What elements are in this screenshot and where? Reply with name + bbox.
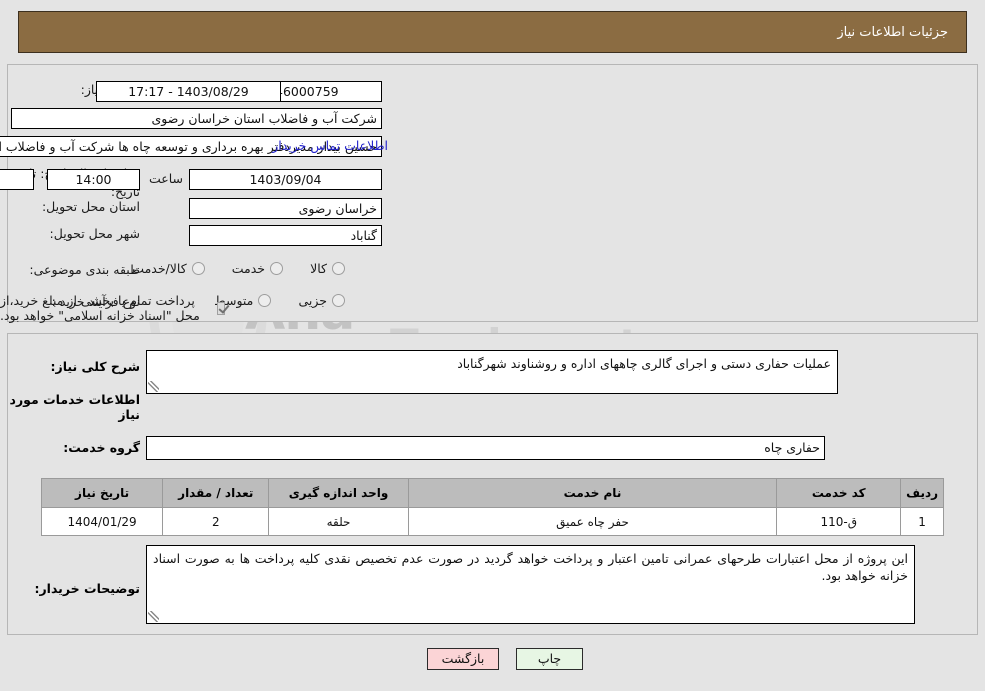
buyer-contact-link[interactable]: اطلاعات تماس خریدار	[272, 138, 388, 153]
announce-datetime-value[interactable]: 1403/08/29 - 17:17	[96, 81, 281, 102]
cell-unit: حلقه	[268, 507, 409, 536]
buyer-notes-label: توضیحات خریدار:	[34, 581, 140, 596]
print-button[interactable]: چاپ	[516, 648, 583, 670]
page-title-text: جزئیات اطلاعات نیاز	[837, 24, 948, 40]
deadline-time-label: ساعت	[148, 171, 183, 186]
category-option-khedmat[interactable]: خدمت	[231, 261, 284, 276]
buyer-org-value[interactable]: شرکت آب و فاضلاب استان خراسان رضوی	[11, 108, 382, 129]
buyer-notes-value: این پروژه از محل اعتبارات طرحهای عمرانی …	[153, 551, 908, 583]
cell-radif: 1	[900, 507, 944, 536]
radio-icon[interactable]	[332, 262, 345, 275]
back-button[interactable]: بازگشت	[427, 648, 499, 670]
purchase-option-label: جزیی	[298, 293, 327, 308]
field-city: شهر محل تحویل:	[50, 226, 140, 241]
page-title: جزئیات اطلاعات نیاز	[18, 11, 967, 53]
category-option-label: کالا/خدمت	[132, 261, 187, 276]
category-option-label: خدمت	[231, 261, 266, 276]
province-label: استان محل تحویل:	[41, 199, 140, 214]
deadline-date-value[interactable]: 1403/09/04	[189, 169, 382, 190]
service-group-value[interactable]: حفاری چاه	[146, 436, 825, 460]
description-textarea[interactable]: عملیات حفاری دستی و اجرای گالری چاههای ا…	[146, 350, 838, 394]
column-header-unit: واحد اندازه گیری	[268, 478, 409, 508]
cell-name: حفر چاه عمیق	[407, 507, 778, 536]
field-province: استان محل تحویل:	[42, 199, 140, 214]
category-option-kala[interactable]: کالا	[310, 261, 345, 276]
deadline-time-value[interactable]: 14:00	[47, 169, 140, 190]
cell-date: 1404/01/29	[40, 507, 164, 536]
deadline-days-value[interactable]: 4	[0, 169, 34, 190]
city-label: شهر محل تحویل:	[49, 226, 140, 241]
category-option-kala-khedmat[interactable]: کالا/خدمت	[132, 261, 205, 276]
radio-icon[interactable]	[270, 262, 284, 275]
services-table: ردیف کد خدمت نام خدمت واحد اندازه گیری ت…	[40, 478, 944, 536]
radio-icon[interactable]	[191, 262, 205, 275]
treasury-docs-label: پرداخت تمام یا بخشی از مبلغ خرید،از محل …	[0, 293, 200, 323]
column-header-code: کد خدمت	[776, 478, 902, 508]
page-root: Ana V Tender.net جزئیات اطلاعات نیاز شما…	[0, 0, 985, 691]
column-header-radif: ردیف	[900, 478, 944, 508]
province-value[interactable]: خراسان رضوی	[189, 198, 382, 219]
column-header-name: نام خدمت	[407, 478, 778, 508]
buyer-notes-textarea[interactable]: این پروژه از محل اعتبارات طرحهای عمرانی …	[146, 545, 915, 624]
checkbox-icon[interactable]	[217, 301, 225, 315]
treasury-docs-checkbox-row[interactable]: پرداخت تمام یا بخشی از مبلغ خرید،از محل …	[0, 293, 225, 323]
service-group-label: گروه خدمت:	[63, 440, 140, 455]
cell-code: ق-110	[776, 507, 902, 536]
category-option-label: کالا	[310, 261, 327, 276]
table-header-row: ردیف کد خدمت نام خدمت واحد اندازه گیری ت…	[40, 478, 944, 508]
column-header-qty: تعداد / مقدار	[162, 478, 270, 508]
description-label: شرح کلی نیاز:	[50, 359, 140, 374]
need-info-panel	[7, 64, 978, 322]
table-row: 1 ق-110 حفر چاه عمیق حلقه 2 1404/01/29	[40, 507, 944, 536]
cell-qty: 2	[162, 507, 270, 536]
radio-icon[interactable]	[258, 294, 272, 307]
description-value: عملیات حفاری دستی و اجرای گالری چاههای ا…	[457, 356, 831, 371]
category-radio-group: کالا خدمت کالا/خدمت	[110, 260, 345, 279]
purchase-option-jozei[interactable]: جزیی	[298, 293, 345, 308]
radio-icon[interactable]	[332, 294, 345, 307]
city-value[interactable]: گناباد	[189, 225, 382, 246]
column-header-date: تاریخ نیاز	[40, 478, 164, 508]
services-section-title: اطلاعات خدمات مورد نیاز	[9, 392, 140, 422]
